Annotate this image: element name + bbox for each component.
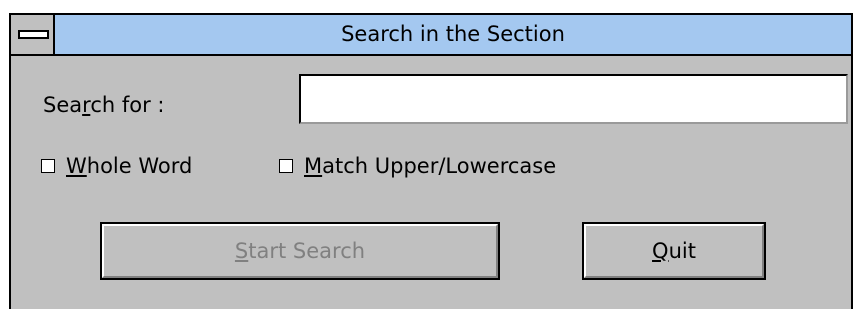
search-input[interactable] <box>299 74 848 124</box>
search-label-part1: Sea <box>43 93 83 117</box>
start-search-text: tart Search <box>248 239 366 263</box>
quit-text: uit <box>668 239 696 263</box>
quit-button[interactable]: Quit <box>582 222 766 280</box>
title-bar[interactable]: Search in the Section <box>11 15 851 56</box>
window-title: Search in the Section <box>341 22 565 46</box>
whole-word-checkbox[interactable]: Whole Word <box>41 154 192 178</box>
search-label-part2: ch for : <box>90 93 165 117</box>
search-dialog: Search in the Section Search for : Whole… <box>9 13 853 309</box>
system-menu-button[interactable] <box>11 15 55 54</box>
start-search-button[interactable]: Start Search <box>100 222 500 280</box>
match-case-checkbox[interactable]: Match Upper/Lowercase <box>279 154 556 178</box>
search-for-label: Search for : <box>43 93 164 117</box>
start-search-mnemonic: S <box>234 239 249 263</box>
whole-word-text: hole Word <box>86 154 193 178</box>
whole-word-checkbox-box[interactable] <box>41 159 55 173</box>
start-search-label: Start Search <box>235 239 365 263</box>
system-menu-icon <box>18 30 49 39</box>
whole-word-mnemonic: W <box>66 154 87 178</box>
match-case-text: atch Upper/Lowercase <box>322 154 557 178</box>
match-case-checkbox-box[interactable] <box>279 159 293 173</box>
match-case-label: Match Upper/Lowercase <box>304 154 556 178</box>
quit-label: Quit <box>652 239 696 263</box>
match-case-mnemonic: M <box>304 154 323 178</box>
quit-mnemonic: Q <box>652 239 669 263</box>
whole-word-label: Whole Word <box>66 154 192 178</box>
